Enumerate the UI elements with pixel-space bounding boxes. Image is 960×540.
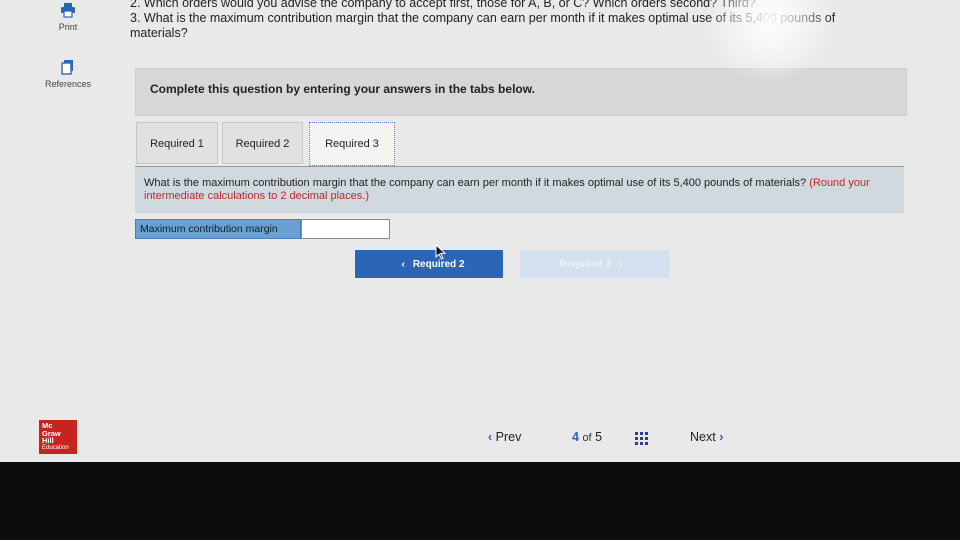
- prev-link[interactable]: ‹ Prev: [488, 430, 521, 450]
- chevron-right-icon: ›: [619, 258, 623, 270]
- prompt-text: What is the maximum contribution margin …: [144, 177, 807, 189]
- logo-line-3: Hill: [42, 436, 54, 445]
- question-text: 2. Which orders would you advise the com…: [130, 0, 950, 41]
- print-button[interactable]: Print: [28, 2, 108, 32]
- print-label: Print: [58, 22, 78, 32]
- contribution-margin-input[interactable]: [301, 219, 390, 239]
- print-icon: [61, 3, 75, 18]
- answer-label: Maximum contribution margin: [135, 219, 301, 239]
- mouse-cursor-icon: [435, 244, 447, 260]
- instructions-banner: Complete this question by entering your …: [135, 68, 907, 116]
- tab-required-3[interactable]: Required 3: [309, 122, 395, 166]
- tab-required-2[interactable]: Required 2: [222, 122, 303, 164]
- instructions-text: Complete this question by entering your …: [150, 82, 535, 96]
- next-required-label: Required 3: [559, 258, 612, 270]
- references-icon: [61, 60, 73, 75]
- sidebar: Print References: [0, 0, 120, 462]
- grid-icon[interactable]: [635, 432, 649, 446]
- references-label: References: [44, 79, 92, 89]
- next-label: Next: [690, 430, 716, 444]
- previous-required-button[interactable]: ‹ Required 2: [355, 250, 503, 278]
- question-2: 2. Which orders would you advise the com…: [130, 0, 756, 10]
- chevron-left-icon: ‹: [401, 258, 405, 270]
- previous-required-label: Required 2: [412, 258, 465, 270]
- chevron-left-icon: ‹: [488, 430, 493, 444]
- next-required-button: Required 3 ›: [520, 250, 670, 278]
- app-screen: Print References 2. Which orders would y…: [0, 0, 960, 462]
- question-3-continued: materials?: [130, 26, 188, 40]
- next-link[interactable]: Next ›: [690, 430, 723, 450]
- mcgraw-hill-logo: Mc Graw Hill Education: [39, 420, 77, 454]
- chevron-right-icon: ›: [719, 430, 724, 444]
- page-indicator: 4 of 5: [572, 430, 602, 450]
- prompt-box: What is the maximum contribution margin …: [135, 167, 904, 213]
- logo-line-4: Education: [42, 444, 69, 451]
- of-label: of: [582, 432, 592, 444]
- total-pages: 5: [595, 430, 603, 444]
- current-page: 4: [572, 430, 579, 444]
- question-3: 3. What is the maximum contribution marg…: [130, 11, 836, 25]
- tab-required-1[interactable]: Required 1: [136, 122, 218, 164]
- prev-label: Prev: [495, 430, 522, 444]
- references-button[interactable]: References: [28, 59, 108, 89]
- prompt-paragraph: What is the maximum contribution margin …: [144, 177, 894, 203]
